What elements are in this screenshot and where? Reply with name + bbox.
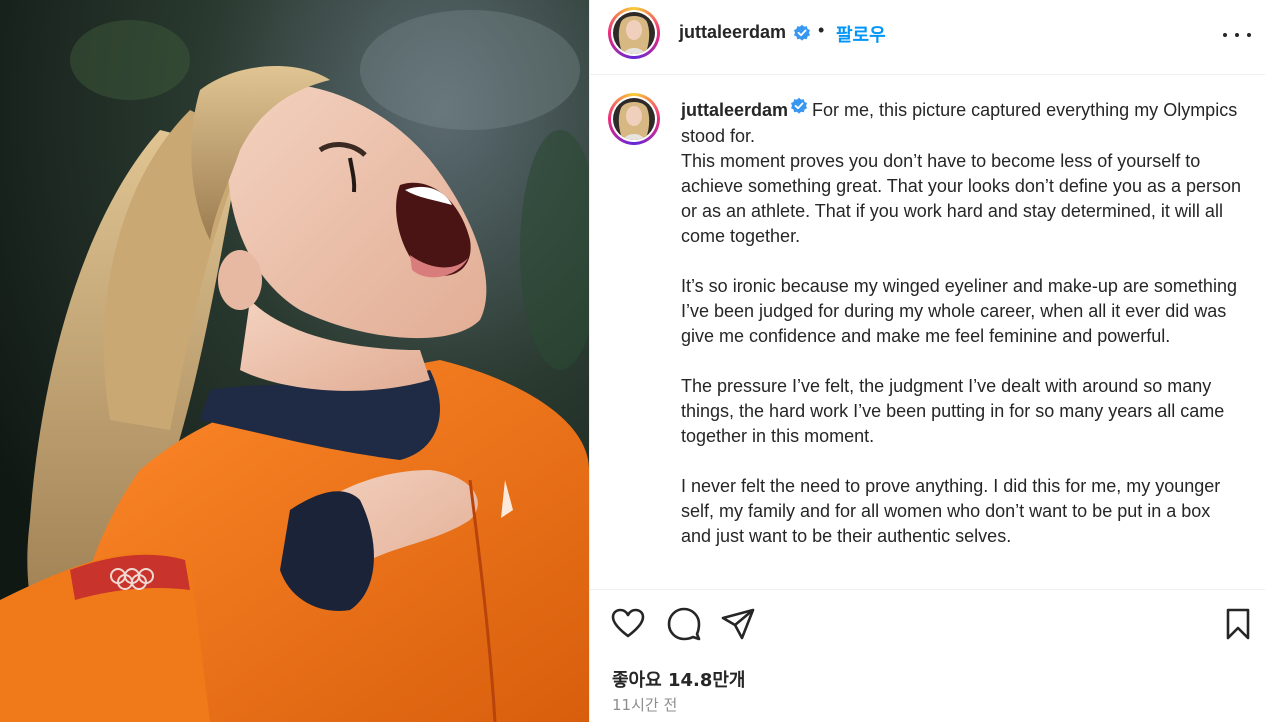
- avatar-photo: [613, 12, 655, 54]
- verified-badge-icon: [790, 97, 808, 122]
- heart-icon[interactable]: [610, 606, 646, 642]
- post-photo[interactable]: [0, 0, 589, 722]
- header-username[interactable]: juttaleerdam: [679, 22, 786, 43]
- caption-paragraph: I never felt the need to prove anything.…: [681, 475, 1221, 546]
- caption-username[interactable]: juttaleerdam: [681, 100, 788, 120]
- action-bar: [590, 606, 1265, 646]
- like-count[interactable]: 좋아요 14.8만개: [612, 666, 745, 692]
- post-header: juttaleerdam • 팔로우: [590, 0, 1265, 75]
- verified-badge-icon: [793, 24, 811, 47]
- caption-paragraph: The pressure I’ve felt, the judgment I’v…: [681, 375, 1225, 446]
- caption-area: juttaleerdam For me, this picture capture…: [590, 76, 1265, 590]
- avatar[interactable]: [608, 7, 660, 59]
- caption-paragraph: juttaleerdam For me, this picture capture…: [681, 97, 1241, 149]
- photo-illustration: [0, 0, 589, 722]
- paper-plane-icon[interactable]: [720, 606, 756, 642]
- post-timestamp[interactable]: 11시간 전: [612, 694, 677, 715]
- follow-button[interactable]: 팔로우: [836, 21, 886, 47]
- more-options-icon[interactable]: [1223, 30, 1251, 40]
- caption-paragraph: This moment proves you don’t have to bec…: [681, 150, 1242, 246]
- caption-avatar[interactable]: [608, 93, 660, 145]
- separator-dot: •: [818, 20, 825, 40]
- comment-icon[interactable]: [666, 606, 702, 642]
- post-side-panel: juttaleerdam • 팔로우 juttaleerdam For me, …: [589, 0, 1265, 722]
- avatar-photo: [613, 98, 655, 140]
- caption-paragraph: It’s so ironic because my winged eyeline…: [681, 275, 1237, 346]
- caption-text: juttaleerdam For me, this picture capture…: [681, 97, 1242, 549]
- bookmark-icon[interactable]: [1220, 606, 1256, 642]
- instagram-post: juttaleerdam • 팔로우 juttaleerdam For me, …: [0, 0, 1265, 722]
